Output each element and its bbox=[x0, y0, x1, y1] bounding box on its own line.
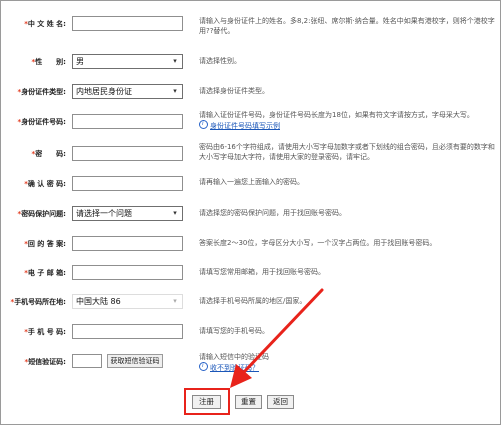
hint-phone-number: 请填写您的手机号码。 bbox=[199, 327, 269, 335]
hint-password: 密码由6-16个字符组成，请使用大小写字母加数字或者下划线的组合密码，且必须有要… bbox=[199, 143, 495, 161]
label-email: 电 子 邮 箱: bbox=[27, 269, 66, 277]
hint-security-question: 请选择您的密码保护问题，用于找回账号密码。 bbox=[199, 209, 346, 217]
security-answer-input[interactable] bbox=[72, 236, 183, 251]
chinese-name-input[interactable] bbox=[72, 16, 183, 31]
hint-security-answer: 答案长度2～30位，字母区分大小写，一个汉字占两位。用于找回账号密码。 bbox=[199, 239, 437, 247]
hint-confirm-password: 请再输入一遍您上面输入的密码。 bbox=[199, 178, 304, 186]
phone-region-select[interactable]: 中国大陆 86 ▾ bbox=[72, 294, 183, 309]
gender-select[interactable]: 男 ▾ bbox=[72, 54, 183, 69]
chevron-down-icon: ▾ bbox=[173, 87, 177, 95]
hint-sms-code: 请输入短信中的验证码 bbox=[199, 353, 269, 361]
row-phone-number: *手 机 号 码: 请填写您的手机号码。 bbox=[0, 324, 501, 342]
chevron-down-icon: ▾ bbox=[173, 209, 177, 217]
row-security-answer: *回 的 答 案: 答案长度2～30位，字母区分大小写，一个汉字占两位。用于找回… bbox=[0, 236, 501, 254]
row-gender: *性 别: 男 ▾ 请选择性别。 bbox=[0, 54, 501, 72]
register-highlight-box bbox=[184, 388, 230, 415]
hint-chinese-name: 请输入与身份证件上的姓名。多8,2:张纽、席尔斯·纳合量。姓名中如果有港校字，则… bbox=[199, 17, 495, 35]
row-id-number: *身份证件号码: 请输入证份证件号码，身份证件号码长度为18位，如果有符文字请按… bbox=[0, 111, 501, 132]
hint-id-type: 请选择身份证件类型。 bbox=[199, 87, 269, 95]
label-id-number: 身份证件号码: bbox=[21, 118, 66, 126]
row-confirm-password: *确 认 密 码: 请再输入一遍您上面输入的密码。 bbox=[0, 176, 501, 194]
label-confirm-password: 确 认 密 码: bbox=[27, 180, 66, 188]
chevron-down-icon: ▾ bbox=[173, 297, 177, 305]
hint-email: 请填写您常用邮箱，用于找回账号密码。 bbox=[199, 268, 325, 276]
label-phone-region: 手机号码所在地: bbox=[14, 298, 66, 306]
info-icon bbox=[199, 119, 208, 129]
id-number-example-link[interactable]: 身份证件号码填写示例 bbox=[210, 122, 280, 130]
label-phone-number: 手 机 号 码: bbox=[27, 328, 66, 336]
reset-button[interactable]: 重置 bbox=[235, 395, 262, 409]
hint-gender: 请选择性别。 bbox=[199, 57, 241, 65]
info-icon bbox=[199, 361, 208, 371]
chevron-down-icon: ▾ bbox=[173, 57, 177, 65]
row-phone-region: *手机号码所在地: 中国大陆 86 ▾ 请选择手机号码所属的地区/国家。 bbox=[0, 294, 501, 312]
confirm-password-input[interactable] bbox=[72, 176, 183, 191]
label-sms-code: 短信验证码: bbox=[28, 358, 66, 366]
label-gender: 性 别: bbox=[35, 58, 66, 66]
password-input[interactable] bbox=[72, 146, 183, 161]
no-code-link[interactable]: 收不到验证码？ bbox=[210, 364, 259, 372]
row-password: *密 码: 密码由6-16个字符组成，请使用大小写字母加数字或者下划线的组合密码… bbox=[31, 143, 495, 161]
back-button[interactable]: 返回 bbox=[267, 395, 294, 409]
label-id-type: 身份证件类型: bbox=[21, 88, 66, 96]
label-security-question: 密码保护问题: bbox=[21, 210, 66, 218]
label-chinese-name: 中 文 姓 名: bbox=[27, 20, 66, 28]
id-number-input[interactable] bbox=[72, 114, 183, 129]
row-email: *电 子 邮 箱: 请填写您常用邮箱，用于找回账号密码。 bbox=[0, 265, 501, 283]
email-input[interactable] bbox=[72, 265, 183, 280]
hint-phone-region: 请选择手机号码所属的地区/国家。 bbox=[199, 297, 307, 305]
row-sms-code: *短信验证码: 获取短信验证码 请输入短信中的验证码 收不到验证码？ bbox=[0, 353, 501, 372]
get-sms-code-button[interactable]: 获取短信验证码 bbox=[107, 354, 163, 368]
id-type-select[interactable]: 内地居民身份证 ▾ bbox=[72, 84, 183, 99]
label-security-answer: 回 的 答 案: bbox=[27, 240, 66, 248]
hint-id-number: 请输入证份证件号码，身份证件号码长度为18位，如果有符文字请按方式，字母采大写。 bbox=[199, 111, 474, 119]
row-security-question: *密码保护问题: 请选择一个问题 ▾ 请选择您的密码保护问题，用于找回账号密码。 bbox=[0, 206, 501, 224]
phone-number-input[interactable] bbox=[72, 324, 183, 339]
sms-code-input[interactable] bbox=[72, 354, 102, 368]
row-chinese-name: *中 文 姓 名: 请输入与身份证件上的姓名。多8,2:张纽、席尔斯·纳合量。姓… bbox=[0, 16, 501, 35]
label-password: 密 码: bbox=[35, 150, 66, 158]
row-id-type: *身份证件类型: 内地居民身份证 ▾ 请选择身份证件类型。 bbox=[0, 84, 501, 102]
security-question-select[interactable]: 请选择一个问题 ▾ bbox=[72, 206, 183, 221]
